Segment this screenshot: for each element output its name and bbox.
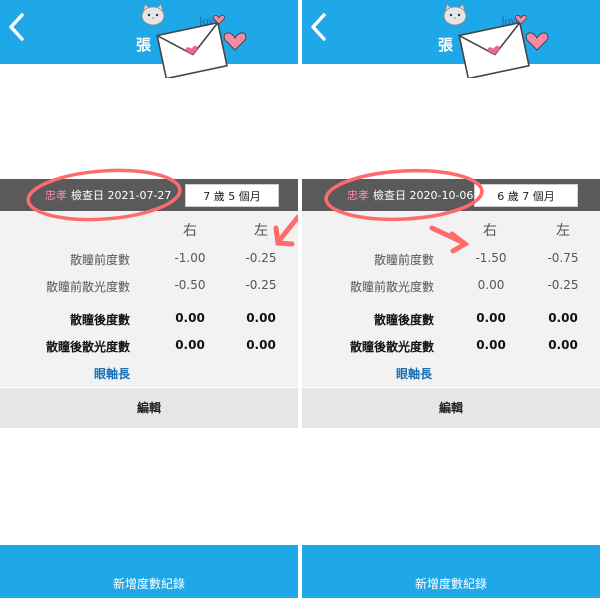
row-label-post-dilation-sphere: 散瞳後度數: [69, 313, 130, 327]
header-bar: 張: [302, 0, 600, 64]
column-header-right: 右: [183, 223, 197, 239]
screenshot-panel-right: 張 love 忠孝 檢查日 2020-10-06 6 歲 7 個月 右 左 散瞳前…: [302, 0, 600, 598]
exam-date-label: 忠孝 檢查日 2020-10-06: [347, 187, 473, 203]
age-text: 7 歲 5 個月: [203, 189, 261, 203]
row-label-pre-dilation-cylinder: 散瞳前散光度數: [349, 280, 434, 294]
axial-length-link[interactable]: 眼軸長: [94, 365, 130, 382]
page-title: 張: [438, 36, 454, 54]
value-right-pre-dilation-cylinder: 0.00: [477, 278, 505, 292]
row-label-pre-dilation-sphere: 散瞳前度數: [69, 253, 130, 267]
row-label-pre-dilation-sphere: 散瞳前度數: [373, 253, 434, 267]
row-label-post-dilation-cylinder: 散瞳後散光度數: [349, 340, 434, 354]
value-right-post-dilation-sphere: 0.00: [476, 311, 506, 325]
edit-section: 編輯: [302, 388, 600, 428]
value-left-pre-dilation-cylinder: -0.25: [547, 278, 579, 292]
exam-date: 2020-10-06: [409, 189, 474, 202]
axial-length-link[interactable]: 眼軸長: [396, 365, 432, 382]
column-header-right: 右: [483, 223, 497, 239]
heart-icon: [525, 32, 549, 51]
add-record-button[interactable]: 新增度數紀錄: [0, 545, 298, 598]
heart-icon: [223, 32, 247, 51]
value-left-post-dilation-sphere: 0.00: [246, 311, 276, 325]
value-left-post-dilation-sphere: 0.00: [548, 311, 578, 325]
back-arrow-icon[interactable]: [6, 10, 30, 44]
column-header-left: 左: [556, 223, 570, 239]
envelope-icon: love: [458, 12, 549, 78]
add-record-label: 新增度數紀錄: [112, 577, 185, 591]
back-arrow-icon[interactable]: [308, 10, 332, 44]
value-right-pre-dilation-sphere: -1.50: [475, 251, 507, 265]
add-record-button[interactable]: 新增度數紀錄: [302, 545, 600, 598]
envelope-icon: love: [156, 12, 247, 78]
value-left-post-dilation-cylinder: 0.00: [246, 338, 276, 352]
row-label-post-dilation-cylinder: 散瞳後散光度數: [45, 340, 130, 354]
row-label-pre-dilation-cylinder: 散瞳前散光度數: [45, 280, 130, 294]
screenshot-panel-left: 張 love 忠孝 檢查日 2021-07-27 7 歲 5 個月 右 左 散瞳前…: [0, 0, 298, 598]
row-label-post-dilation-sphere: 散瞳後度數: [373, 313, 434, 327]
page-title: 張: [136, 36, 152, 54]
value-left-pre-dilation-sphere: -0.75: [547, 251, 579, 265]
value-right-post-dilation-sphere: 0.00: [175, 311, 205, 325]
age-badge: 7 歲 5 個月: [185, 184, 279, 207]
value-left-post-dilation-cylinder: 0.00: [548, 338, 578, 352]
value-right-post-dilation-cylinder: 0.00: [175, 338, 205, 352]
value-right-post-dilation-cylinder: 0.00: [476, 338, 506, 352]
patient-name: 忠孝: [45, 189, 67, 202]
edit-button[interactable]: 編輯: [0, 388, 298, 428]
patient-name: 忠孝: [347, 189, 369, 202]
edit-section: 編輯: [0, 388, 298, 428]
edit-button[interactable]: 編輯: [302, 388, 600, 428]
age-badge: 6 歲 7 個月: [474, 184, 578, 207]
value-left-pre-dilation-cylinder: -0.25: [245, 278, 277, 292]
add-record-label: 新增度數紀錄: [414, 577, 487, 591]
value-left-pre-dilation-sphere: -0.25: [245, 251, 277, 265]
value-right-pre-dilation-sphere: -1.00: [174, 251, 206, 265]
exam-date: 2021-07-27: [107, 189, 172, 202]
exam-date-label: 忠孝 檢查日 2021-07-27: [45, 187, 171, 203]
header-bar: 張: [0, 0, 298, 64]
age-text: 6 歲 7 個月: [497, 189, 555, 203]
exam-date-prefix: 檢查日: [71, 189, 104, 202]
column-header-left: 左: [254, 223, 268, 239]
value-right-pre-dilation-cylinder: -0.50: [174, 278, 206, 292]
exam-date-prefix: 檢查日: [373, 189, 406, 202]
